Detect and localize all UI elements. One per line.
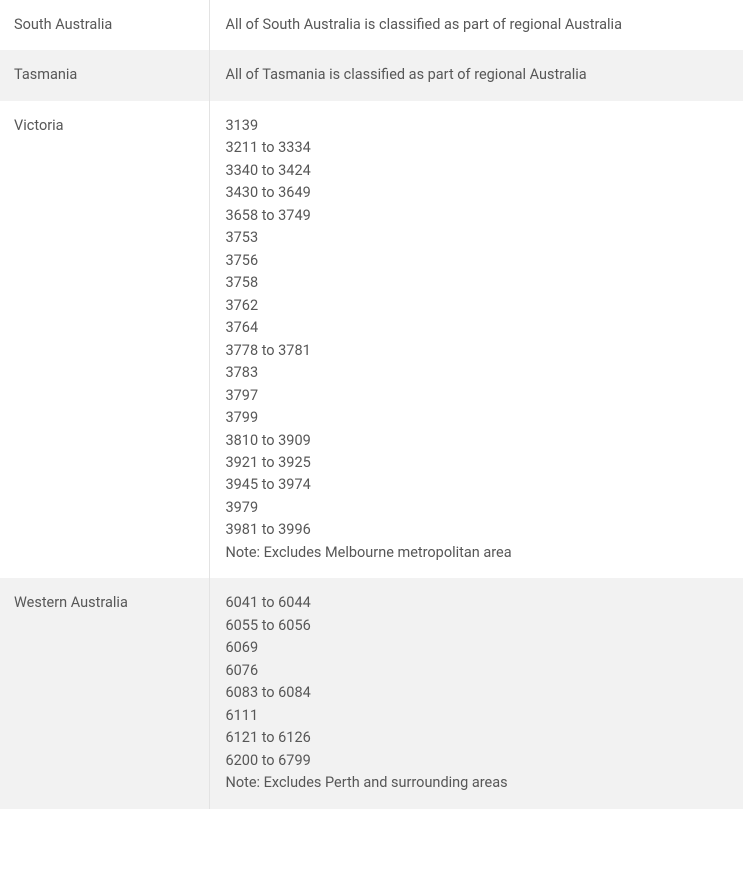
postcode-line: 6083 to 6084 [226,682,732,704]
postcode-line: 3945 to 3974 [226,474,732,496]
postcode-line: 6200 to 6799 [226,750,732,772]
postcode-line: 3756 [226,250,732,272]
regional-postcodes-table: South Australia All of South Australia is… [0,0,743,809]
postcode-line: 3979 [226,497,732,519]
table-body: South Australia All of South Australia is… [0,0,743,809]
postcode-line: 3758 [226,272,732,294]
region-cell: Tasmania [0,50,209,100]
postcode-line: 6111 [226,705,732,727]
postcode-line: 6069 [226,637,732,659]
postcode-line: 3783 [226,362,732,384]
postcode-line: 6041 to 6044 [226,592,732,614]
postcodes-cell: All of South Australia is classified as … [209,0,743,50]
postcode-line: All of South Australia is classified as … [226,14,732,36]
table-row: Victoria31393211 to 33343340 to 34243430… [0,101,743,578]
postcode-line: 3658 to 3749 [226,205,732,227]
region-cell: Victoria [0,101,209,578]
postcode-line: All of Tasmania is classified as part of… [226,64,732,86]
table-row: South Australia All of South Australia is… [0,0,743,50]
postcodes-cell: 31393211 to 33343340 to 34243430 to 3649… [209,101,743,578]
postcode-line: Note: Excludes Perth and surrounding are… [226,772,732,794]
postcodes-cell: All of Tasmania is classified as part of… [209,50,743,100]
postcode-line: 3340 to 3424 [226,160,732,182]
postcode-line: 3762 [226,295,732,317]
postcode-line: 6121 to 6126 [226,727,732,749]
postcode-line: 3797 [226,385,732,407]
postcode-line: 3139 [226,115,732,137]
postcode-line: 3764 [226,317,732,339]
postcode-line: 3799 [226,407,732,429]
region-cell: South Australia [0,0,209,50]
postcode-line: Note: Excludes Melbourne metropolitan ar… [226,542,732,564]
postcode-line: 3778 to 3781 [226,340,732,362]
postcode-line: 3753 [226,227,732,249]
postcode-line: 3430 to 3649 [226,182,732,204]
postcode-line: 3211 to 3334 [226,137,732,159]
postcode-line: 6055 to 6056 [226,615,732,637]
postcode-line: 6076 [226,660,732,682]
table-row: Western Australia6041 to 60446055 to 605… [0,578,743,808]
postcode-line: 3981 to 3996 [226,519,732,541]
table-row: Tasmania All of Tasmania is classified as… [0,50,743,100]
postcode-line: 3921 to 3925 [226,452,732,474]
region-cell: Western Australia [0,578,209,808]
postcode-line: 3810 to 3909 [226,430,732,452]
postcodes-cell: 6041 to 60446055 to 6056606960766083 to … [209,578,743,808]
